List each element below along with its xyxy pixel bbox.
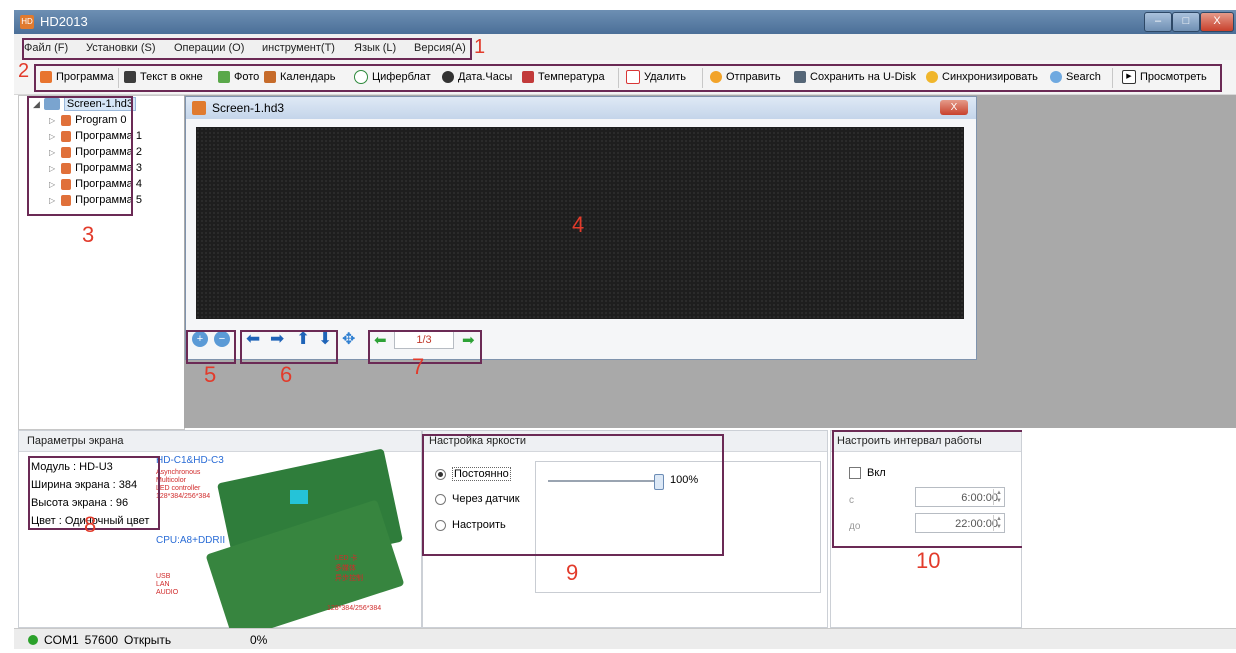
board-usb: USB [156,573,171,580]
center-icon[interactable]: ✥ [342,329,355,349]
minimize-button[interactable]: – [1144,12,1172,32]
board-model: HD-C1&HD-C3 [156,455,224,466]
board-cpu: CPU:A8+DDRII [156,535,226,546]
screen-window-titlebar: Screen-1.hd3 X [186,97,976,119]
title-bar: HD HD2013 – □ X [14,10,1236,34]
empty-area [1022,430,1236,626]
annotation-8: 8 [84,512,97,537]
annotation-2: 2 [18,60,30,82]
close-button[interactable]: X [940,100,968,115]
screen-window-title: Screen-1.hd3 [212,101,285,115]
status-dot-icon [28,635,38,645]
annotation-box-3 [27,96,133,216]
window-title: HD2013 [40,14,88,29]
progress-text: 0% [250,633,268,647]
app-icon [192,101,206,115]
annotation-box-9 [422,434,724,556]
board-cn2: 多媒体 [335,565,356,572]
annotation-3: 3 [82,222,95,247]
board-async: Asynchronous [156,469,201,476]
board-audio: AUDIO [156,589,179,596]
controller-board-image: HD-C1&HD-C3 Asynchronous Multicolor LED … [155,448,417,641]
annotation-6: 6 [280,362,293,387]
annotation-9: 9 [566,560,579,585]
board-controller: LED controller [156,485,201,492]
app-icon: HD [20,15,34,29]
annotation-box-5 [186,330,236,364]
board-resolution: 128*384/256*384 [156,493,211,500]
close-button[interactable]: X [1200,12,1234,32]
status-bar: COM1 57600 Открыть 0% [14,628,1236,649]
annotation-1: 1 [474,36,486,58]
board-multicolor: Multicolor [156,477,186,484]
board-lan: LAN [156,581,170,588]
annotation-7: 7 [412,354,425,379]
annotation-box-10 [832,430,1024,548]
annotation-5: 5 [204,362,217,387]
annotation-box-1 [22,38,472,60]
panel-header: Параметры экрана [19,431,421,452]
board-cn3: 异步控制 [335,575,363,582]
annotation-box-2 [34,64,1222,92]
connection-status: COM1 57600 Открыть [28,633,171,647]
annotation-box-6 [240,330,338,364]
maximize-button[interactable]: □ [1172,12,1200,32]
annotation-4: 4 [572,212,585,237]
board-chip [290,490,308,504]
annotation-10: 10 [916,548,941,573]
board-cn4: 128*384/256*384 [327,605,382,612]
annotation-box-7 [368,330,482,364]
panel-title: Параметры экрана [27,435,124,447]
board-cn1: LED 卡 [335,555,358,562]
